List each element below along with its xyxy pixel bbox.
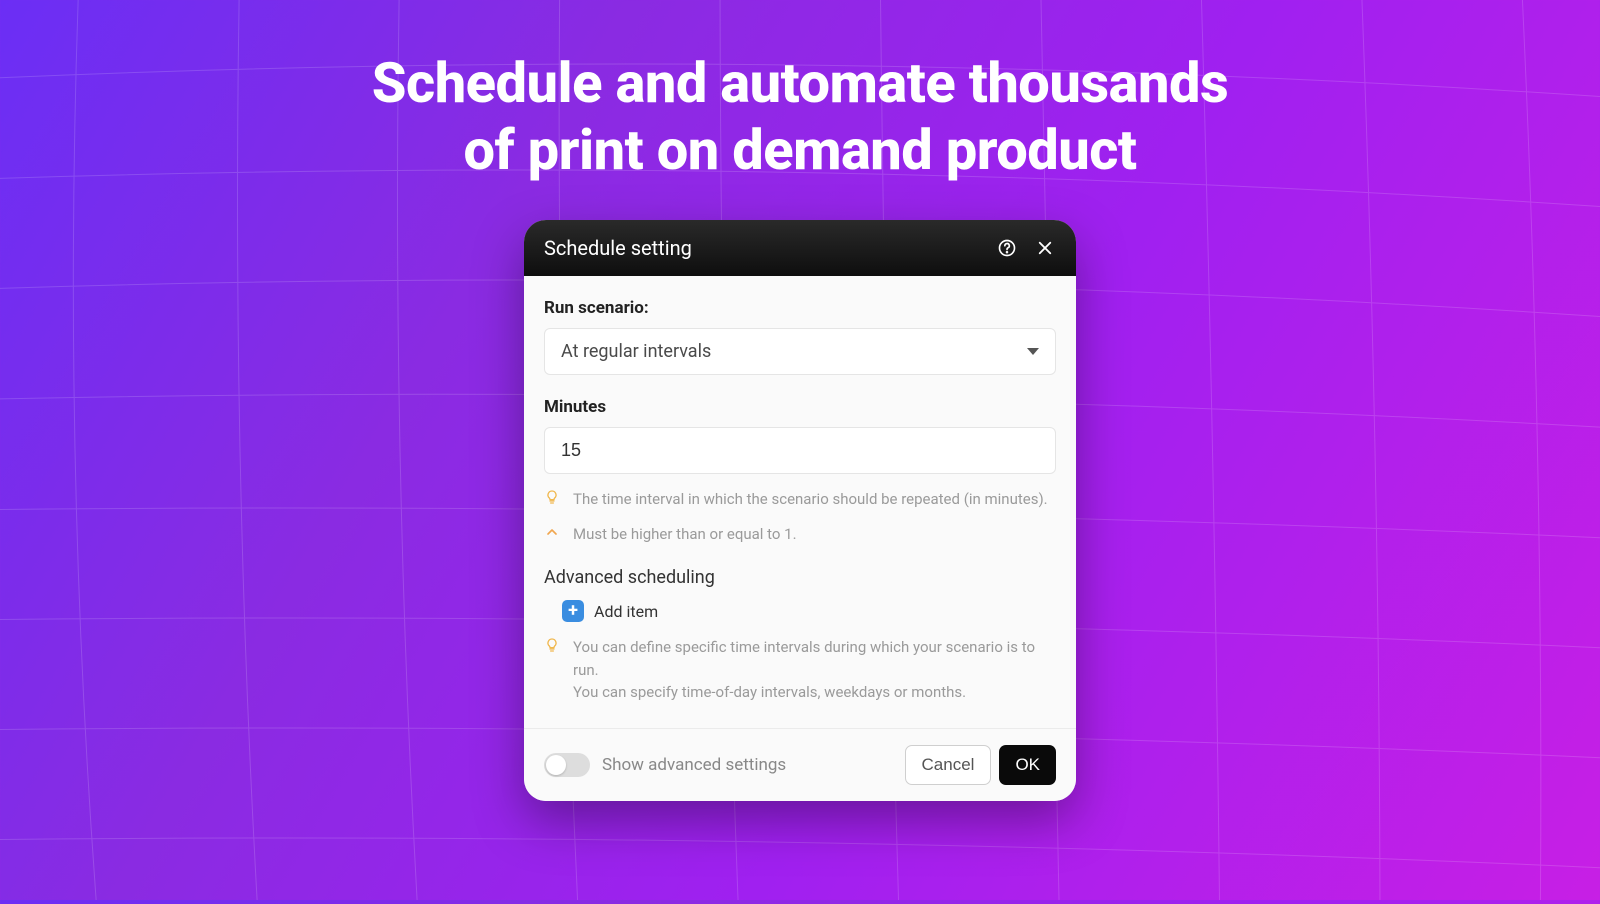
help-icon[interactable] — [996, 237, 1018, 259]
toggle-knob — [546, 755, 566, 775]
advanced-hint-line2: You can specify time-of-day intervals, w… — [573, 681, 1056, 704]
show-advanced-toggle[interactable] — [544, 753, 590, 777]
advanced-hint-text: You can define specific time intervals d… — [573, 636, 1056, 704]
advanced-hint-row: You can define specific time intervals d… — [544, 636, 1056, 704]
cancel-button[interactable]: Cancel — [905, 745, 992, 785]
chevron-down-icon — [1027, 348, 1039, 355]
schedule-setting-dialog: Schedule setting Run scenario: At regula… — [524, 220, 1076, 801]
hero-line-1: Schedule and automate thousands — [372, 50, 1228, 116]
dialog-header: Schedule setting — [524, 220, 1076, 276]
minutes-label: Minutes — [544, 397, 1056, 417]
add-item-button[interactable]: + Add item — [544, 600, 1056, 622]
advanced-scheduling-label: Advanced scheduling — [544, 567, 1056, 588]
footer-buttons: Cancel OK — [905, 745, 1056, 785]
minutes-rule-row: Must be higher than or equal to 1. — [544, 523, 1056, 546]
minutes-hint-text: The time interval in which the scenario … — [573, 488, 1048, 511]
hero-title: Schedule and automate thousands of print… — [0, 50, 1600, 184]
dialog-footer: Show advanced settings Cancel OK — [524, 728, 1076, 801]
show-advanced-label: Show advanced settings — [602, 755, 786, 775]
run-scenario-select[interactable]: At regular intervals — [544, 328, 1056, 375]
close-icon[interactable] — [1034, 237, 1056, 259]
dialog-body: Run scenario: At regular intervals Minut… — [524, 276, 1076, 728]
add-item-label: Add item — [594, 602, 658, 621]
minutes-hint-row: The time interval in which the scenario … — [544, 488, 1056, 511]
lightbulb-icon — [544, 637, 560, 653]
hero-line-2: of print on demand product — [463, 117, 1136, 183]
dialog-title: Schedule setting — [544, 236, 996, 260]
lightbulb-icon — [544, 489, 560, 505]
plus-icon: + — [562, 600, 584, 622]
ok-button[interactable]: OK — [999, 745, 1056, 785]
run-scenario-label: Run scenario: — [544, 298, 1056, 318]
dialog-header-actions — [996, 237, 1056, 259]
minutes-input[interactable] — [544, 427, 1056, 474]
chevron-up-icon — [544, 524, 560, 540]
run-scenario-value: At regular intervals — [561, 341, 711, 362]
minutes-rule-text: Must be higher than or equal to 1. — [573, 523, 797, 546]
advanced-hint-line1: You can define specific time intervals d… — [573, 636, 1056, 681]
